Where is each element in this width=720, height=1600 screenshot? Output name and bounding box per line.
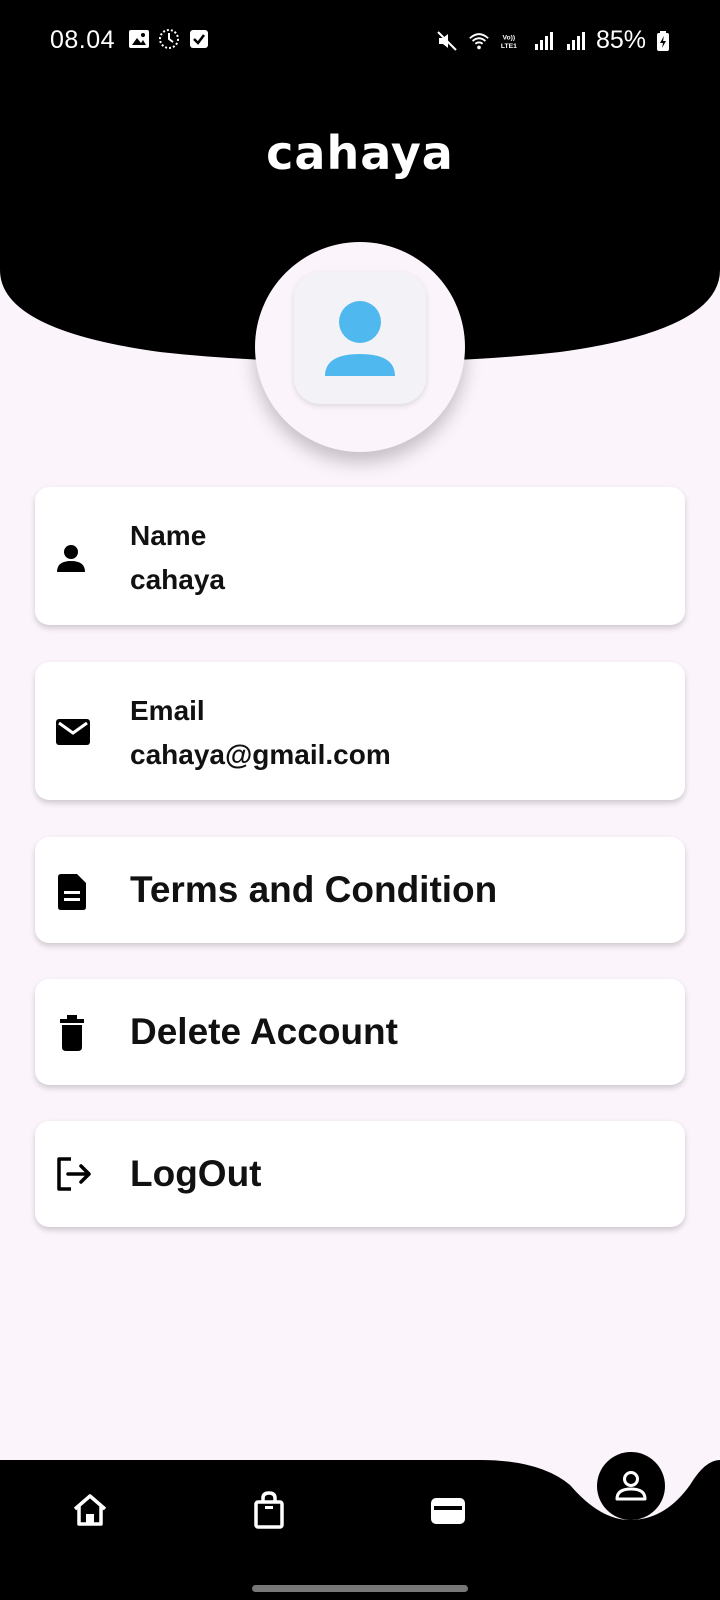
- status-time: 08.04: [50, 26, 116, 54]
- mute-icon: [437, 30, 457, 51]
- email-value: cahaya@gmail.com: [130, 739, 391, 770]
- document-icon: [58, 874, 86, 910]
- name-card: Name cahaya: [35, 487, 685, 625]
- terms-label: Terms and Condition: [130, 869, 498, 910]
- home-icon[interactable]: [70, 1490, 110, 1530]
- status-bar: 08.04 Vo)) LTE1 85%: [0, 0, 720, 80]
- name-value: cahaya: [130, 564, 225, 595]
- status-notification-icons: [128, 28, 210, 50]
- wifi-icon: [469, 32, 489, 49]
- clock-icon: [159, 29, 179, 49]
- battery-level: 85%: [595, 26, 646, 54]
- delete-account-button[interactable]: Delete Account: [35, 979, 685, 1085]
- delete-label: Delete Account: [130, 1011, 398, 1052]
- profile-avatar[interactable]: [255, 242, 465, 452]
- signal-icon-2: [566, 31, 585, 50]
- status-system-icons: Vo)) LTE1 85%: [436, 26, 670, 55]
- battery-icon: [657, 30, 669, 51]
- signal-icon: [534, 31, 553, 50]
- nav-profile-active[interactable]: [597, 1452, 665, 1520]
- name-label: Name: [130, 520, 207, 551]
- email-label: Email: [130, 695, 205, 726]
- avatar-frame: [294, 272, 426, 404]
- shopping-bag-icon[interactable]: [249, 1490, 289, 1530]
- app-title: cahaya: [266, 126, 454, 180]
- terms-button[interactable]: Terms and Condition: [35, 837, 685, 943]
- logout-button[interactable]: LogOut: [35, 1121, 685, 1227]
- profile-icon: [615, 1471, 647, 1501]
- gesture-bar[interactable]: [252, 1585, 468, 1592]
- user-avatar-icon: [325, 301, 395, 376]
- trash-icon: [60, 1015, 84, 1051]
- mail-icon: [56, 719, 90, 745]
- logout-label: LogOut: [130, 1153, 262, 1194]
- wallet-icon[interactable]: [428, 1490, 468, 1530]
- svg-text:LTE1: LTE1: [501, 42, 517, 49]
- gallery-icon: [129, 30, 149, 48]
- person-icon: [57, 545, 85, 572]
- svg-text:Vo)): Vo)): [502, 34, 515, 41]
- volte-icon: Vo)) LTE1: [501, 34, 517, 49]
- email-card: Email cahaya@gmail.com: [35, 662, 685, 800]
- checkbox-icon: [190, 30, 208, 48]
- logout-icon: [57, 1157, 91, 1191]
